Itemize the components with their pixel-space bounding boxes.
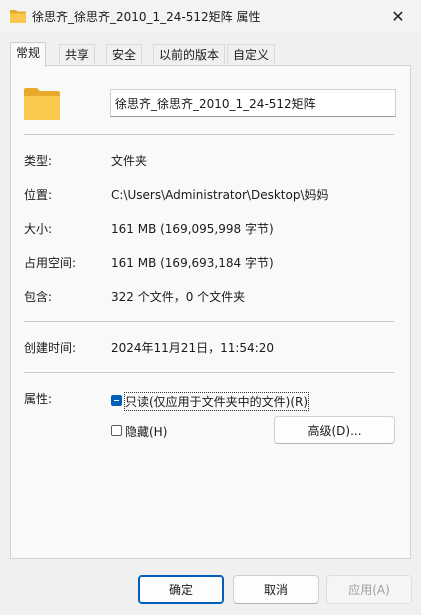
title-bar: 徐思齐_徐思齐_2010_1_24-512矩阵 属性 ✕ [0, 0, 421, 32]
contains-value: 322 个文件，0 个文件夹 [111, 290, 246, 304]
tab-security[interactable]: 安全 [106, 44, 143, 64]
window-title: 徐思齐_徐思齐_2010_1_24-512矩阵 属性 [32, 10, 261, 24]
tab-sharing[interactable]: 共享 [59, 44, 96, 64]
tab-previous-versions[interactable]: 以前的版本 [153, 44, 226, 64]
general-panel [10, 65, 411, 559]
close-icon: ✕ [391, 6, 405, 26]
separator [24, 134, 394, 135]
advanced-button[interactable]: 高级(D)... [274, 416, 395, 444]
ok-button[interactable]: 确定 [138, 575, 224, 604]
size-label: 大小: [24, 222, 53, 236]
tab-customize[interactable]: 自定义 [227, 44, 276, 64]
created-label: 创建时间: [24, 341, 77, 355]
folder-icon [10, 10, 26, 23]
hidden-label[interactable]: 隐藏(H) [125, 423, 167, 440]
separator [24, 321, 394, 322]
size-value: 161 MB (169,095,998 字节) [111, 222, 274, 236]
created-value: 2024年11月21日，11:54:20 [111, 341, 274, 355]
readonly-checkbox[interactable] [111, 395, 122, 406]
readonly-label[interactable]: 只读(仅应用于文件夹中的文件)(R) [123, 392, 310, 411]
attributes-label: 属性: [24, 392, 53, 406]
folder-icon [24, 88, 60, 120]
location-value: C:\Users\Administrator\Desktop\妈妈 [111, 188, 329, 202]
close-button[interactable]: ✕ [375, 0, 421, 32]
type-value: 文件夹 [111, 154, 148, 168]
location-label: 位置: [24, 188, 53, 202]
apply-button[interactable]: 应用(A) [326, 575, 412, 604]
cancel-button[interactable]: 取消 [233, 575, 319, 604]
hidden-checkbox[interactable] [111, 425, 122, 436]
tab-general[interactable]: 常规 [10, 42, 47, 67]
size-on-disk-label: 占用空间: [24, 256, 77, 270]
type-label: 类型: [24, 154, 53, 168]
size-on-disk-value: 161 MB (169,693,184 字节) [111, 256, 274, 270]
contains-label: 包含: [24, 290, 53, 304]
folder-name-input[interactable] [110, 89, 396, 117]
separator [24, 372, 394, 373]
